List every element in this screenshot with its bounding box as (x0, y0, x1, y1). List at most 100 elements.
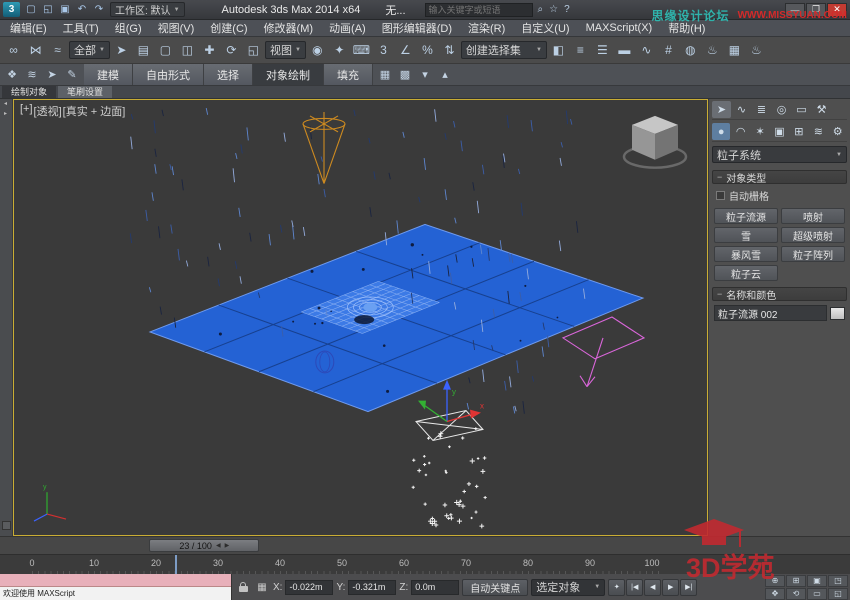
menu-item-2[interactable]: 工具(T) (55, 20, 107, 36)
zoom-extents-icon[interactable]: ▣ (807, 575, 827, 587)
material-editor-icon[interactable]: ◍ (680, 40, 701, 61)
menu-item-7[interactable]: 动画(A) (321, 20, 374, 36)
y-coordinate-field[interactable] (348, 580, 396, 595)
object-type-button-5[interactable]: 暴风雪 (714, 246, 778, 262)
ribbon-tab-1[interactable]: 建模 (84, 64, 133, 85)
menu-item-11[interactable]: MAXScript(X) (578, 20, 661, 36)
render-setup-icon[interactable]: ♨ (702, 40, 723, 61)
application-menu-logo[interactable]: 3 (3, 2, 20, 17)
redo-icon[interactable]: ↷ (91, 2, 107, 17)
ribbon-tab-5[interactable]: 填充 (324, 64, 373, 85)
orbit-icon[interactable]: ⟲ (786, 588, 806, 600)
select-and-link-icon[interactable]: ∞ (3, 40, 24, 61)
workspace-dropdown[interactable]: 工作区: 默认 ▼ (110, 2, 185, 17)
selection-set-dropdown[interactable]: 选定对象 ▼ (531, 579, 605, 596)
strip-left-arrow-icon[interactable]: ◂ (0, 99, 11, 109)
zoom-extents-all-icon[interactable]: ◳ (828, 575, 848, 587)
selection-tools-icon[interactable]: ➤ (43, 66, 61, 84)
close-button[interactable]: ✕ (827, 3, 847, 17)
menu-item-8[interactable]: 图形编辑器(D) (374, 20, 460, 36)
mirror-icon[interactable]: ◧ (548, 40, 569, 61)
render-production-icon[interactable]: ♨ (746, 40, 767, 61)
ribbon-tab-3[interactable]: 选择 (204, 64, 253, 85)
time-slider[interactable]: 23 / 100 ◀ ▶ (0, 536, 850, 554)
maxscript-mini-listener[interactable]: 欢迎使用 MAXScript (0, 574, 232, 600)
graphite-ribbon-toggle-icon[interactable]: ▬ (614, 40, 635, 61)
object-type-button-3[interactable]: 雪 (714, 227, 778, 243)
listener-script-row[interactable]: 欢迎使用 MAXScript (0, 587, 231, 600)
rectangular-selection-region-icon[interactable]: ▢ (155, 40, 176, 61)
menu-item-5[interactable]: 创建(C) (202, 20, 255, 36)
keyboard-shortcut-override-icon[interactable]: ⌨ (351, 40, 372, 61)
reference-coordinate-dropdown[interactable]: 视图▼ (265, 41, 306, 59)
modify-tab-icon[interactable]: ∿ (732, 101, 751, 118)
object-type-button-1[interactable]: 粒子流源 (714, 208, 778, 224)
favorites-icon[interactable]: ☆ (547, 4, 560, 15)
snap-toggle-3d-icon[interactable]: 3 (373, 40, 394, 61)
object-paint-icon[interactable]: ✎ (63, 66, 81, 84)
strip-box-icon[interactable] (2, 521, 11, 530)
ribbon-config-icon[interactable]: ▾ (416, 66, 434, 84)
perspective-viewport[interactable]: y x y [+] [透视] [真实 + (13, 99, 708, 536)
select-object-icon[interactable]: ➤ (111, 40, 132, 61)
rendered-frame-window-icon[interactable]: ▦ (724, 40, 745, 61)
z-coordinate-field[interactable] (411, 580, 459, 595)
go-to-end-button[interactable]: ▶| (680, 579, 697, 596)
object-type-rollout-header[interactable]: − 对象类型 (712, 170, 847, 184)
systems-category-icon[interactable]: ⚙ (829, 123, 847, 140)
freeform-tools-icon[interactable]: ≋ (23, 66, 41, 84)
geometry-category-icon[interactable]: ● (712, 123, 730, 140)
ribbon-subtab-1[interactable]: 绘制对象 (2, 86, 56, 98)
menu-item-6[interactable]: 修改器(M) (256, 20, 322, 36)
use-pivot-point-icon[interactable]: ◉ (307, 40, 328, 61)
search-box[interactable] (425, 3, 533, 17)
menu-item-9[interactable]: 渲染(R) (460, 20, 513, 36)
selection-lock-toggle[interactable] (235, 579, 251, 595)
named-selection-set-field[interactable]: 创建选择集▼ (461, 41, 547, 59)
viewport-layout-strip[interactable]: ◂ ▸ (0, 99, 13, 536)
help-menu-icon[interactable]: ? (562, 4, 572, 15)
schematic-view-icon[interactable]: # (658, 40, 679, 61)
auto-key-button[interactable]: 自动关键点 (462, 579, 528, 596)
window-crossing-icon[interactable]: ◫ (177, 40, 198, 61)
create-tab-icon[interactable]: ➤ (712, 101, 731, 118)
viewport-pov-menu[interactable]: [透视] (34, 103, 62, 119)
cameras-category-icon[interactable]: ▣ (770, 123, 788, 140)
ribbon-panel-icon-1[interactable]: ▦ (376, 66, 394, 84)
open-file-icon[interactable]: ◱ (40, 2, 56, 17)
select-and-scale-icon[interactable]: ◱ (243, 40, 264, 61)
ribbon-subtab-2[interactable]: 笔刷设置 (58, 86, 112, 98)
next-frame-arrow-icon[interactable]: ▶ (225, 542, 230, 549)
select-and-manipulate-icon[interactable]: ✦ (329, 40, 350, 61)
object-type-button-7[interactable]: 粒子云 (714, 265, 778, 281)
menu-item-1[interactable]: 编辑(E) (2, 20, 55, 36)
menu-item-3[interactable]: 组(G) (107, 20, 150, 36)
angle-snap-icon[interactable]: ∠ (395, 40, 416, 61)
align-icon[interactable]: ≡ (570, 40, 591, 61)
water-plane-object[interactable] (150, 224, 643, 411)
utilities-tab-icon[interactable]: ⚒ (812, 101, 831, 118)
minimize-button[interactable]: — (785, 3, 805, 17)
key-mode-toggle-button[interactable]: ✦ (608, 579, 625, 596)
viewport-general-menu[interactable]: [+] (20, 103, 33, 119)
spinner-snap-icon[interactable]: ⇅ (439, 40, 460, 61)
helpers-category-icon[interactable]: ⊞ (790, 123, 808, 140)
menu-item-12[interactable]: 帮助(H) (660, 20, 713, 36)
x-coordinate-field[interactable] (285, 580, 333, 595)
transform-typein-icon[interactable]: ▦ (254, 579, 270, 595)
pan-icon[interactable]: ✥ (765, 588, 785, 600)
listener-macro-row[interactable] (0, 574, 231, 587)
name-color-rollout-header[interactable]: − 名称和颜色 (712, 287, 847, 301)
ribbon-panel-icon-2[interactable]: ▩ (396, 66, 414, 84)
menu-item-10[interactable]: 自定义(U) (513, 20, 577, 36)
time-slider-handle[interactable]: 23 / 100 ◀ ▶ (149, 539, 259, 552)
object-type-button-6[interactable]: 粒子阵列 (781, 246, 845, 262)
search-input[interactable] (429, 5, 529, 15)
select-and-rotate-icon[interactable]: ⟳ (221, 40, 242, 61)
select-by-name-icon[interactable]: ▤ (133, 40, 154, 61)
subcategory-dropdown[interactable]: 粒子系统 ▼ (712, 146, 847, 163)
shapes-category-icon[interactable]: ◠ (731, 123, 749, 140)
spray-emitter-gizmo[interactable] (303, 112, 345, 184)
go-to-start-button[interactable]: |◀ (626, 579, 643, 596)
spacewarps-category-icon[interactable]: ≋ (809, 123, 827, 140)
